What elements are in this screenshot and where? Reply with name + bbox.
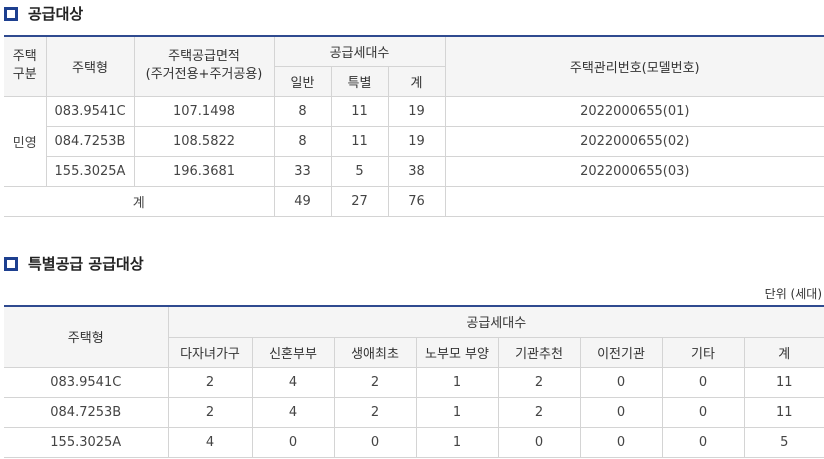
supply-table: 주택 구분 주택형 주택공급면적 (주거전용+주거공용) 공급세대수 주택관리번… bbox=[4, 35, 824, 217]
header-type: 주택형 bbox=[45, 35, 135, 97]
section-title-supply: 공급대상 bbox=[4, 3, 83, 24]
table-row: 155.3025A 196.3681 33 5 38 2022000655(03… bbox=[4, 155, 824, 187]
section-title-text: 특별공급 공급대상 bbox=[28, 255, 144, 273]
value-cell: 1 bbox=[415, 396, 499, 428]
header-newlywed: 신혼부부 bbox=[251, 336, 335, 368]
header-units: 공급세대수 bbox=[167, 305, 824, 338]
value-cell: 2 bbox=[333, 366, 417, 398]
mgmt-no-cell: 2022000655(01) bbox=[444, 95, 824, 127]
header-mgmt-no: 주택관리번호(모델번호) bbox=[444, 35, 824, 97]
value-cell: 0 bbox=[661, 366, 745, 398]
value-cell: 2 bbox=[167, 366, 253, 398]
value-cell: 0 bbox=[251, 426, 335, 458]
area-cell: 196.3681 bbox=[133, 155, 275, 187]
header-institution: 기관추천 bbox=[497, 336, 581, 368]
square-bullet-icon bbox=[4, 256, 18, 271]
header-area: 주택공급면적 (주거전용+주거공용) bbox=[133, 35, 275, 97]
header-first-time: 생애최초 bbox=[333, 336, 417, 368]
header-category: 주택 구분 bbox=[4, 35, 47, 97]
type-cell: 084.7253B bbox=[46, 125, 135, 157]
mgmt-no-cell: 2022000655(02) bbox=[444, 125, 824, 157]
value-cell: 11 bbox=[743, 366, 824, 398]
header-total: 계 bbox=[743, 336, 824, 368]
value-cell: 5 bbox=[743, 426, 824, 458]
value-cell: 0 bbox=[661, 396, 745, 428]
special-cell: 5 bbox=[330, 155, 389, 187]
value-cell: 0 bbox=[579, 366, 663, 398]
unit-label: 단위 (세대) bbox=[764, 287, 822, 301]
value-cell: 4 bbox=[167, 426, 253, 458]
header-other: 기타 bbox=[661, 336, 745, 368]
table-row: 083.9541C 2 4 2 1 2 0 0 11 bbox=[4, 366, 824, 398]
header-special: 특별 bbox=[330, 65, 389, 97]
total-row: 계 49 27 76 bbox=[4, 185, 824, 217]
type-cell: 083.9541C bbox=[45, 95, 135, 127]
table-row: 155.3025A 4 0 0 1 0 0 0 5 bbox=[4, 426, 824, 458]
value-cell: 2 bbox=[333, 396, 417, 428]
general-cell: 33 bbox=[273, 155, 332, 187]
header-elderly-parent: 노부모 부양 bbox=[415, 336, 499, 368]
total-cell: 38 bbox=[387, 155, 446, 187]
value-cell: 0 bbox=[497, 426, 581, 458]
value-cell: 4 bbox=[251, 396, 335, 428]
table-row: 084.7253B 108.5822 8 11 19 2022000655(02… bbox=[4, 125, 824, 157]
type-cell: 155.3025A bbox=[46, 155, 135, 187]
general-cell: 8 bbox=[273, 125, 332, 157]
value-cell: 4 bbox=[251, 366, 335, 398]
area-cell: 108.5822 bbox=[133, 125, 275, 157]
header-units: 공급세대수 bbox=[273, 35, 446, 67]
total-label-cell: 계 bbox=[4, 185, 275, 217]
value-cell: 1 bbox=[415, 426, 499, 458]
total-cell: 19 bbox=[387, 95, 446, 127]
mgmt-no-cell: 2022000655(03) bbox=[444, 155, 824, 187]
type-cell: 083.9541C bbox=[4, 366, 169, 398]
section-title-special-supply: 특별공급 공급대상 bbox=[4, 253, 144, 274]
value-cell: 0 bbox=[661, 426, 745, 458]
value-cell: 0 bbox=[333, 426, 417, 458]
category-cell: 민영 bbox=[4, 95, 47, 187]
empty-cell bbox=[444, 185, 824, 217]
header-general: 일반 bbox=[274, 65, 332, 97]
general-cell: 8 bbox=[273, 95, 332, 127]
value-cell: 2 bbox=[167, 396, 253, 428]
header-multi-child: 다자녀가구 bbox=[168, 336, 253, 368]
table-row: 084.7253B 2 4 2 1 2 0 0 11 bbox=[4, 396, 824, 428]
header-total: 계 bbox=[387, 65, 446, 97]
special-cell: 11 bbox=[330, 95, 389, 127]
type-cell: 155.3025A bbox=[4, 426, 169, 458]
value-cell: 2 bbox=[497, 396, 581, 428]
value-cell: 1 bbox=[415, 366, 499, 398]
value-cell: 0 bbox=[579, 426, 663, 458]
value-cell: 2 bbox=[497, 366, 581, 398]
grand-total-cell: 76 bbox=[387, 185, 446, 217]
table-row: 민영 083.9541C 107.1498 8 11 19 2022000655… bbox=[4, 95, 824, 187]
general-total-cell: 49 bbox=[273, 185, 332, 217]
area-cell: 107.1498 bbox=[133, 95, 275, 127]
section-title-text: 공급대상 bbox=[28, 5, 84, 23]
header-type: 주택형 bbox=[4, 305, 169, 368]
type-cell: 084.7253B bbox=[4, 396, 169, 428]
header-relocated: 이전기관 bbox=[579, 336, 663, 368]
special-total-cell: 27 bbox=[330, 185, 389, 217]
special-supply-table: 주택형 공급세대수 다자녀가구 신혼부부 생애최초 노부모 부양 기관추천 이전… bbox=[4, 305, 824, 458]
square-bullet-icon bbox=[4, 6, 18, 21]
value-cell: 0 bbox=[579, 396, 663, 428]
special-cell: 11 bbox=[330, 125, 389, 157]
value-cell: 11 bbox=[743, 396, 824, 428]
total-cell: 19 bbox=[387, 125, 446, 157]
